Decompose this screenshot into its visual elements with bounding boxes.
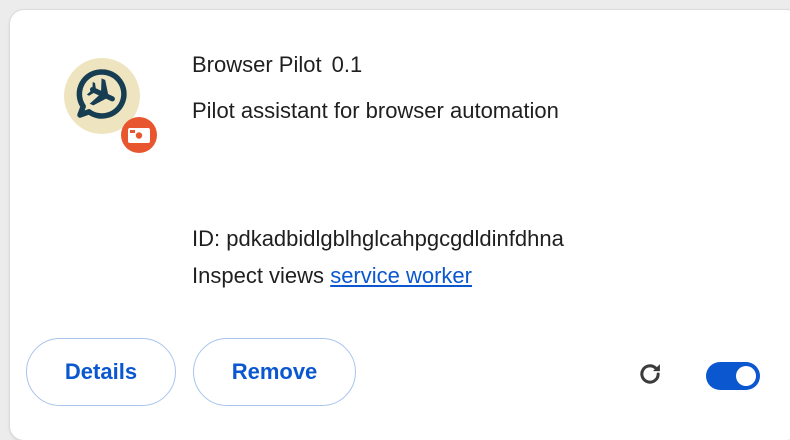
extension-card: Browser Pilot 0.1 Pilot assistant for bro… [10, 10, 790, 440]
extension-id: ID: pdkadbidlgblhglcahpgcgdldinfdhna [192, 226, 564, 251]
unpacked-extension-badge-icon [121, 117, 157, 153]
inspect-views-label: Inspect views [192, 263, 325, 288]
extension-title: Browser Pilot 0.1 [192, 52, 362, 78]
service-worker-link[interactable]: service worker [330, 263, 472, 288]
reload-button[interactable] [636, 360, 664, 388]
browser-pilot-logo-icon [64, 58, 157, 153]
toggle-knob [736, 366, 756, 386]
extension-version: 0.1 [331, 52, 363, 77]
remove-button[interactable]: Remove [193, 338, 356, 406]
extension-description: Pilot assistant for browser automation [192, 98, 559, 123]
reload-icon [640, 364, 660, 384]
enable-toggle[interactable] [706, 362, 760, 390]
extension-logo [60, 54, 164, 158]
extension-name: Browser Pilot [192, 52, 322, 77]
details-button[interactable]: Details [26, 338, 176, 406]
inspect-views: Inspect views service worker [192, 263, 472, 289]
